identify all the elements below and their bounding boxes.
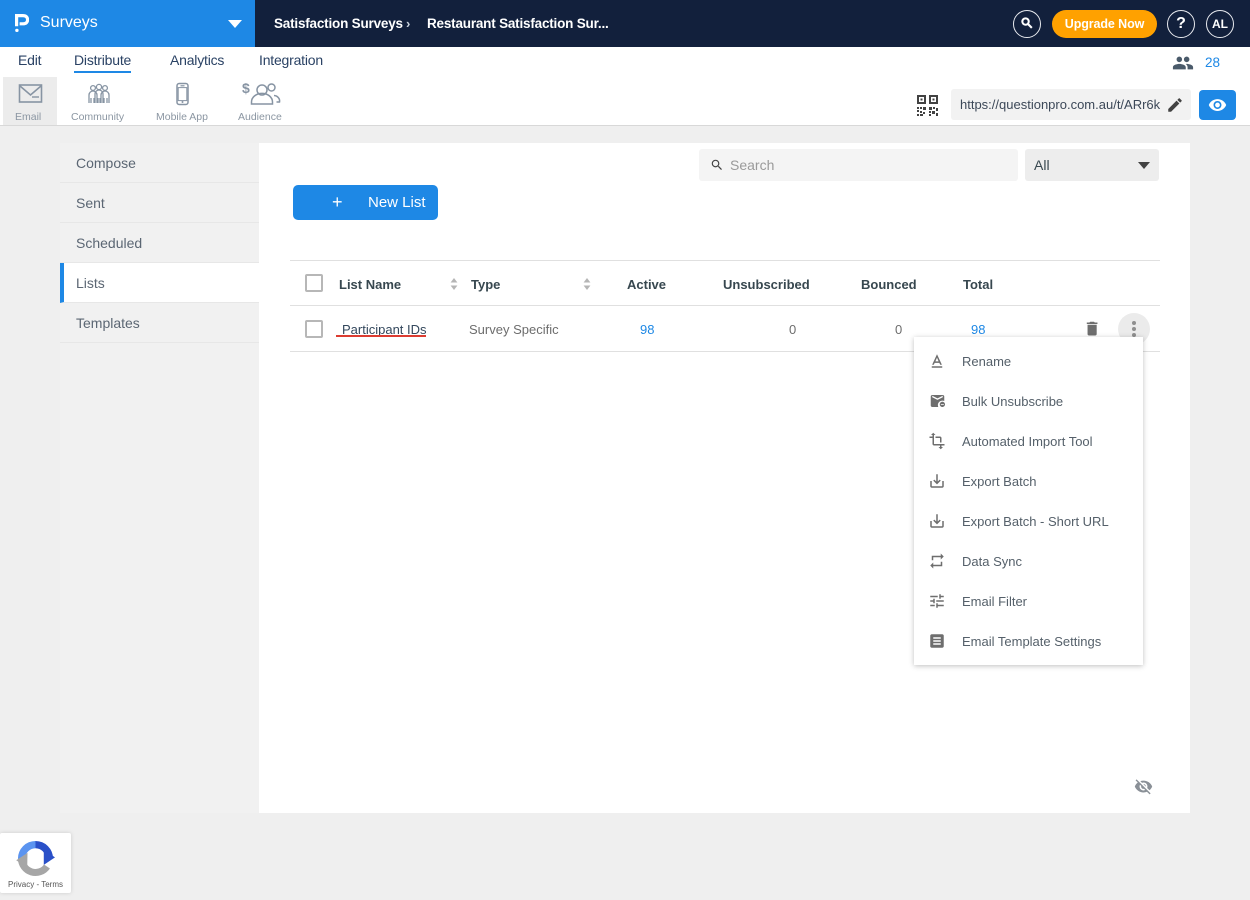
svg-text:$: $ — [242, 80, 250, 96]
